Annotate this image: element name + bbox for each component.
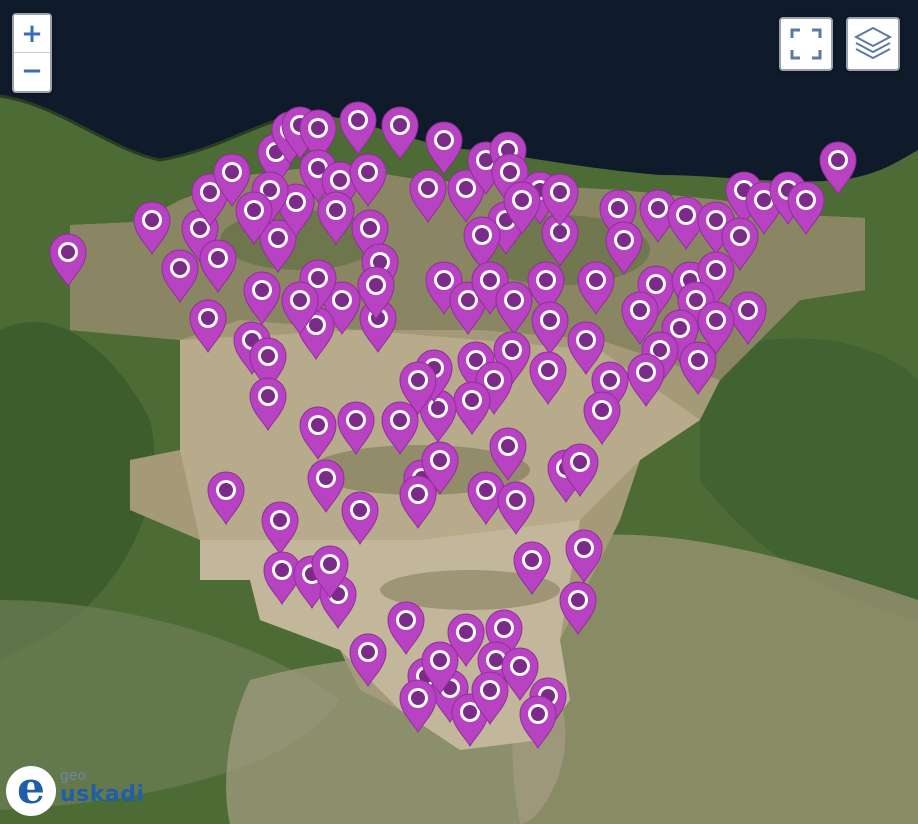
zoom-control: + − — [12, 13, 52, 93]
fullscreen-button[interactable] — [779, 17, 833, 71]
layers-icon — [853, 26, 893, 60]
layers-button[interactable] — [846, 17, 900, 71]
zoom-out-button[interactable]: − — [14, 52, 50, 89]
geoeuskadi-logo: e geo uskadi — [6, 764, 146, 820]
map-viewer[interactable]: + − e geo uskadi — [0, 0, 918, 824]
logo-main-text: uskadi — [60, 782, 145, 807]
fullscreen-icon — [790, 28, 822, 60]
logo-letter: e — [6, 766, 56, 816]
zoom-in-button[interactable]: + — [14, 15, 50, 52]
satellite-map[interactable] — [0, 0, 918, 824]
